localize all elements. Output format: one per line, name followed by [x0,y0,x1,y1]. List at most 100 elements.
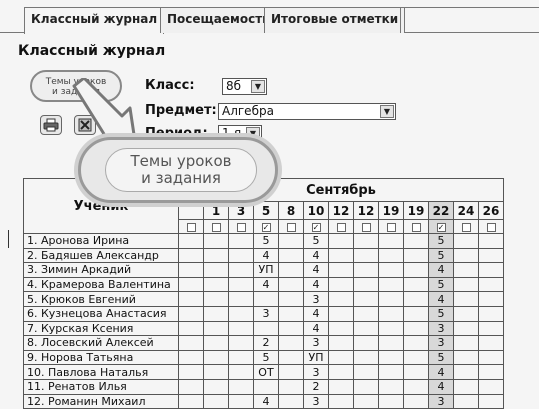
grade-cell[interactable] [203,335,229,351]
grade-cell[interactable] [278,378,304,395]
grade-cell[interactable] [203,378,229,395]
grade-cell[interactable] [228,233,254,249]
grade-cell[interactable]: 4 [428,291,454,307]
grade-cell[interactable] [478,393,504,409]
grade-cell[interactable] [378,262,404,278]
grade-cell[interactable] [378,393,404,409]
grade-cell[interactable] [328,335,354,351]
grade-cell[interactable] [353,276,379,293]
grade-cell[interactable] [353,364,379,380]
grade-cell[interactable] [453,233,479,249]
student-name[interactable]: 5. Крюков Евгений [23,291,179,307]
grade-cell[interactable] [278,335,304,351]
grade-cell[interactable] [378,335,404,351]
grade-cell[interactable] [403,320,429,337]
grade-cell[interactable]: 5 [428,276,454,293]
grade-cell[interactable]: 3 [428,335,454,351]
grade-cell[interactable] [178,262,204,278]
grade-cell[interactable] [453,262,479,278]
checkbox-checked-icon[interactable]: ✓ [261,222,271,232]
grade-cell[interactable] [328,233,354,249]
grade-cell[interactable]: 5 [303,233,329,249]
grade-cell[interactable] [478,291,504,307]
grade-cell[interactable] [253,320,279,337]
grade-cell[interactable] [328,378,354,395]
grade-cell[interactable]: 4 [428,262,454,278]
grade-cell[interactable] [478,305,504,322]
student-name[interactable]: 1. Аронова Ирина [23,233,179,249]
grade-cell[interactable] [478,364,504,380]
grade-cell[interactable] [353,247,379,264]
grade-cell[interactable]: 4 [428,364,454,380]
student-name[interactable]: 10. Павлова Наталья [23,364,179,380]
grade-cell[interactable] [228,378,254,395]
grade-cell[interactable] [378,247,404,264]
grade-cell[interactable] [378,291,404,307]
grade-cell[interactable]: 3 [303,364,329,380]
grade-cell[interactable] [203,291,229,307]
grade-cell[interactable] [353,305,379,322]
grade-cell[interactable]: 5 [428,305,454,322]
grade-cell[interactable] [328,305,354,322]
checkbox-icon[interactable] [211,222,221,232]
student-name[interactable]: 4. Крамерова Валентина [23,276,179,293]
grade-cell[interactable] [278,320,304,337]
grade-cell[interactable] [353,393,379,409]
grade-cell[interactable]: 4 [253,276,279,293]
grade-cell[interactable]: 3 [303,291,329,307]
grade-cell[interactable] [278,364,304,380]
grade-cell[interactable] [228,305,254,322]
grade-cell[interactable] [328,276,354,293]
grade-cell[interactable] [178,349,204,366]
grade-cell[interactable]: 4 [303,247,329,264]
grade-cell[interactable] [203,320,229,337]
checkbox-icon[interactable] [236,222,246,232]
grade-cell[interactable]: 5 [253,349,279,366]
grade-cell[interactable]: УП [303,349,329,366]
grade-cell[interactable]: 2 [253,335,279,351]
grade-cell[interactable] [453,349,479,366]
grade-cell[interactable] [328,262,354,278]
grade-cell[interactable] [403,247,429,264]
class-select[interactable]: 8б ▼ [222,78,267,95]
grade-cell[interactable]: 4 [253,247,279,264]
grade-cell[interactable] [278,233,304,249]
checkbox-icon[interactable] [386,222,396,232]
grade-cell[interactable]: 2 [303,378,329,395]
grade-cell[interactable] [178,291,204,307]
grade-cell[interactable] [228,247,254,264]
grade-cell[interactable]: 3 [303,393,329,409]
grade-cell[interactable] [203,364,229,380]
student-name[interactable]: 12. Романин Михаил [23,393,179,409]
checkbox-icon[interactable] [461,222,471,232]
student-name[interactable]: 9. Норова Татьяна [23,349,179,366]
grade-cell[interactable] [453,335,479,351]
tab-class-journal[interactable]: Классный журнал [24,7,165,34]
grade-cell[interactable] [378,233,404,249]
student-name[interactable]: 3. Зимин Аркадий [23,262,179,278]
grade-cell[interactable] [353,291,379,307]
grade-cell[interactable] [178,305,204,322]
grade-cell[interactable]: 5 [428,233,454,249]
grade-cell[interactable] [278,349,304,366]
grade-cell[interactable] [228,276,254,293]
grade-cell[interactable] [353,262,379,278]
grade-cell[interactable] [203,349,229,366]
grade-cell[interactable] [278,291,304,307]
grade-cell[interactable] [228,320,254,337]
grade-cell[interactable] [228,364,254,380]
grade-cell[interactable]: УП [253,262,279,278]
grade-cell[interactable] [403,364,429,380]
grade-cell[interactable] [228,349,254,366]
grade-cell[interactable] [178,320,204,337]
subject-select[interactable]: Алгебра ▼ [218,103,396,120]
grade-cell[interactable] [403,335,429,351]
grade-cell[interactable]: 4 [303,276,329,293]
grade-cell[interactable] [178,393,204,409]
grade-cell[interactable] [228,262,254,278]
grade-cell[interactable] [403,233,429,249]
grade-cell[interactable] [328,320,354,337]
grade-cell[interactable] [278,276,304,293]
grade-cell[interactable]: 3 [428,320,454,337]
grade-cell[interactable] [328,247,354,264]
